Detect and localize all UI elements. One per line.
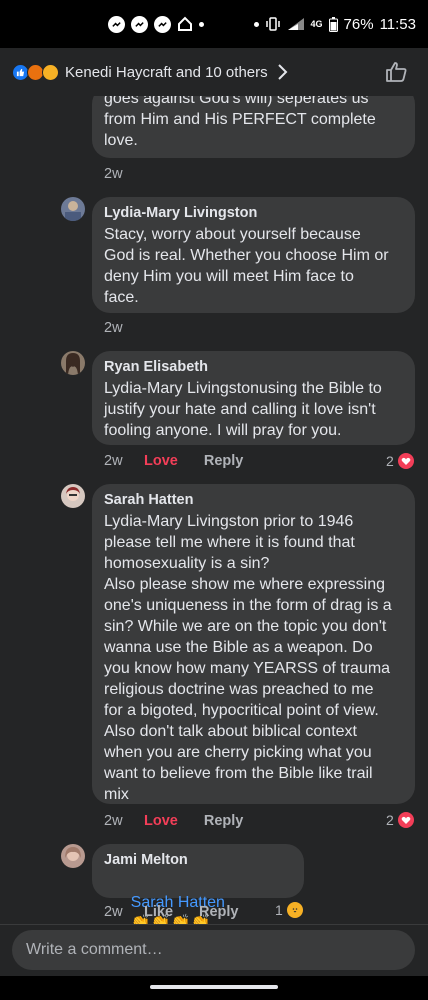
comment-meta: 2w Like Reply [104,904,239,920]
comment-bubble: Jami Melton Sarah Hatten 👏👏👏👏 [92,844,304,924]
comment-meta: 2w Love Reply [104,453,243,469]
reply-button[interactable]: Reply [204,813,244,829]
comment-meta: 2w Love Reply [104,813,243,829]
comment-bubble: Lydia-Mary Livingston Stacy, worry about… [92,197,415,313]
comment-time: 2w [104,320,123,336]
notification-dot-icon [199,21,204,27]
comment-composer: Write a comment… [0,924,428,976]
network-type: 4G [310,19,323,29]
reactions-summary[interactable]: Kenedi Haycraft and 10 others [0,48,428,96]
love-button[interactable]: Love [144,813,178,829]
reaction-count[interactable]: 2 [386,812,414,828]
home-icon [178,16,192,31]
notification-dot-icon [253,21,259,27]
like-outline-icon[interactable] [384,60,408,84]
reaction-count[interactable]: 1 [275,902,303,918]
battery-level: 76% [343,15,374,33]
comment-author[interactable]: Sarah Hatten [104,492,403,508]
comment-text: Lydia-Mary Livingston prior to 1946 plea… [104,513,392,803]
heart-icon [397,453,414,469]
home-gesture-bar[interactable] [150,985,278,989]
comment-author[interactable]: Jami Melton [104,852,292,868]
comment-text: goes against God's will) seperates us fr… [104,96,376,149]
avatar[interactable] [61,844,85,868]
reaction-count-number: 2 [386,812,394,828]
messenger-icon [108,15,125,33]
avatar[interactable] [61,197,85,221]
reaction-count[interactable]: 2 [386,453,414,469]
comment-meta: 2w [104,320,144,336]
comment-text: Stacy, worry about yourself because God … [104,226,389,306]
reply-button[interactable]: Reply [199,904,239,920]
reaction-icons [12,63,59,81]
reactors-list: Kenedi Haycraft and 10 others [65,63,268,81]
love-button[interactable]: Love [144,453,178,469]
comment-bubble: Sarah Hatten Lydia-Mary Livingston prior… [92,484,415,804]
comment-time: 2w [104,453,123,469]
comment-bubble: goes against God's will) seperates us fr… [92,96,415,158]
comment-input[interactable]: Write a comment… [12,930,415,970]
haha-reaction-icon [42,63,59,81]
status-bar: 4G 76% 11:53 [0,0,428,48]
messenger-icon [131,15,148,33]
kiss-reaction-icon [286,902,303,918]
vibrate-icon [265,17,280,31]
comment-author[interactable]: Ryan Elisabeth [104,359,403,375]
messenger-icon [154,15,171,33]
comments-feed[interactable]: goes against God's will) seperates us fr… [0,96,428,924]
comment-time: 2w [104,813,123,829]
comment-meta: 2w [104,166,144,182]
signal-icon [287,18,304,30]
comment-time: 2w [104,166,123,182]
comment-text: Lydia-Mary Livingstonusing the Bible to … [104,380,382,439]
chevron-right-icon [277,64,288,80]
clock: 11:53 [379,15,416,33]
reaction-count-number: 1 [275,902,283,918]
comment-bubble: Ryan Elisabeth Lydia-Mary Livingstonusin… [92,351,415,445]
reaction-count-number: 2 [386,453,394,469]
avatar[interactable] [61,351,85,375]
avatar[interactable] [61,484,85,508]
system-nav-bar [0,976,428,1000]
comment-author[interactable]: Lydia-Mary Livingston [104,205,403,221]
heart-icon [397,812,414,828]
battery-icon [328,16,338,32]
like-button[interactable]: Like [144,904,173,920]
reply-button[interactable]: Reply [204,453,244,469]
comment-time: 2w [104,904,123,920]
